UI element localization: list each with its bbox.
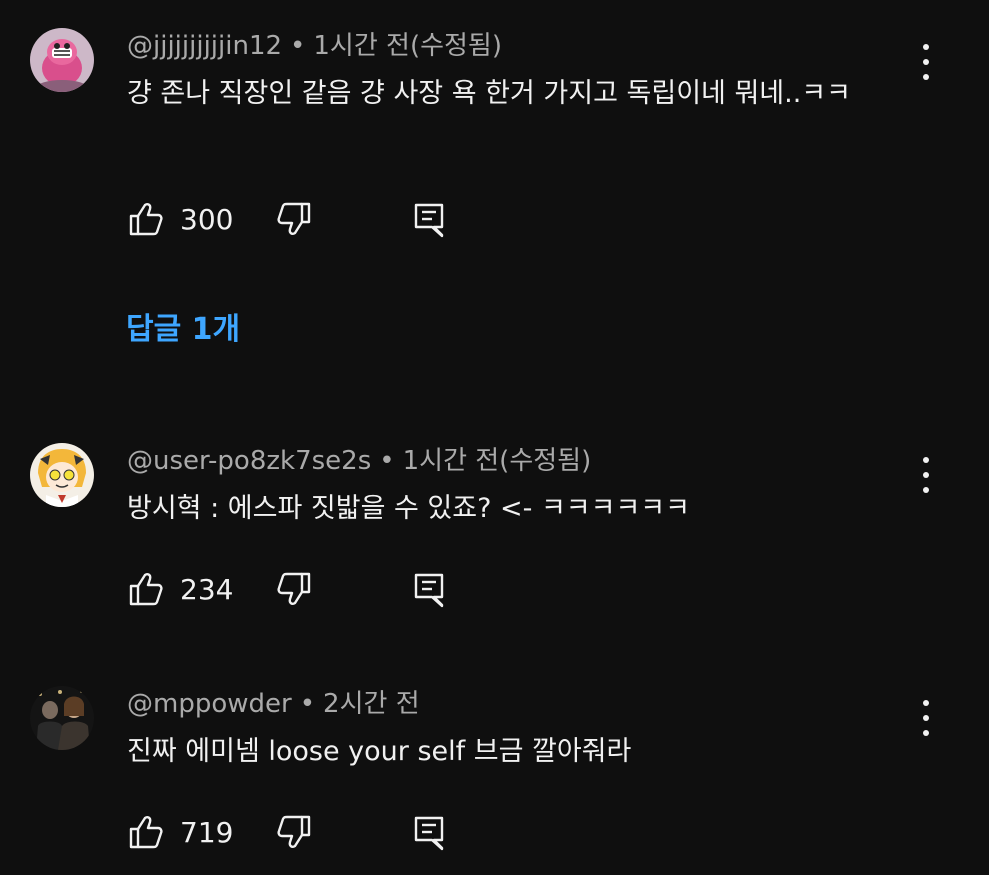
- comment-actions: 234: [127, 570, 467, 610]
- separator-dot: •: [299, 689, 316, 719]
- comment-author[interactable]: @jjjjjjjjjjin12: [127, 31, 282, 61]
- avatar[interactable]: [30, 686, 94, 750]
- thumbs-up-icon[interactable]: [127, 813, 165, 851]
- comment-author[interactable]: @mppowder: [127, 689, 292, 719]
- comment-timestamp[interactable]: 1시간 전(수정됨): [403, 446, 592, 476]
- like-count: 719: [180, 816, 234, 849]
- comment-timestamp[interactable]: 2시간 전: [323, 689, 420, 719]
- comment-header: @user-po8zk7se2s • 1시간 전(수정됨): [127, 445, 591, 477]
- comment-author[interactable]: @user-po8zk7se2s: [127, 446, 371, 476]
- thumbs-up-icon[interactable]: [127, 570, 165, 608]
- comment-text: 진짜 에미넴 loose your self 브금 깔아줘라: [127, 736, 632, 767]
- more-vertical-icon[interactable]: [912, 698, 940, 738]
- reply-comment-icon[interactable]: [413, 815, 445, 851]
- comment-header: @mppowder • 2시간 전: [127, 688, 420, 720]
- avatar[interactable]: [30, 443, 94, 507]
- thumbs-up-icon[interactable]: [127, 200, 165, 238]
- separator-dot: •: [379, 446, 395, 476]
- comment-timestamp[interactable]: 1시간 전(수정됨): [313, 31, 502, 61]
- thumbs-down-icon[interactable]: [275, 200, 313, 238]
- more-vertical-icon[interactable]: [912, 455, 940, 495]
- separator-dot: •: [290, 31, 306, 61]
- avatar[interactable]: [30, 28, 94, 92]
- thumbs-down-icon[interactable]: [275, 570, 313, 608]
- comment-actions: 719: [127, 813, 467, 853]
- reply-comment-icon[interactable]: [413, 202, 445, 238]
- like-count: 234: [180, 573, 234, 606]
- more-vertical-icon[interactable]: [912, 42, 940, 82]
- reply-comment-icon[interactable]: [413, 572, 445, 608]
- comment-text: 걍 존나 직장인 같음 걍 사장 욕 한거 가지고 독립이네 뭐네..ㅋㅋ: [127, 78, 851, 109]
- view-replies-button[interactable]: 답글 1개: [126, 310, 240, 350]
- comment-header: @jjjjjjjjjjin12 • 1시간 전(수정됨): [127, 30, 502, 62]
- like-count: 300: [180, 203, 234, 236]
- comment-actions: 300: [127, 200, 467, 240]
- thumbs-down-icon[interactable]: [275, 813, 313, 851]
- comment-text: 방시혁 : 에스파 짓밟을 수 있죠? <- ㅋㅋㅋㅋㅋㅋ: [127, 493, 690, 524]
